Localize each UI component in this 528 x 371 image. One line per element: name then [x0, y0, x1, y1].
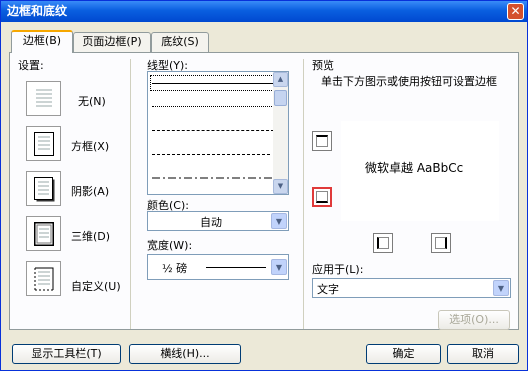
scroll-thumb[interactable]	[274, 90, 287, 106]
apply-to-value: 文字	[317, 283, 339, 296]
preview-sample-text: 微软卓越 AaBbCc	[365, 161, 464, 175]
scroll-up-icon[interactable]: ▲	[273, 72, 288, 87]
title-bar[interactable]: 边框和底纹 ✕	[1, 1, 527, 22]
setting-custom-label: 自定义(U)	[71, 280, 121, 293]
tab-page-border[interactable]: 页面边框(P)	[73, 32, 151, 52]
custom-border-icon	[34, 267, 54, 291]
cancel-button[interactable]: 取消	[447, 344, 519, 364]
chevron-down-icon[interactable]: ▼	[493, 280, 509, 296]
shadow-border-icon	[34, 177, 55, 202]
bottom-border-button[interactable]	[312, 187, 332, 207]
top-border-button[interactable]	[312, 131, 332, 151]
show-toolbar-button[interactable]: 显示工具栏(T)	[12, 344, 121, 364]
settings-heading: 设置:	[18, 59, 44, 72]
chevron-down-icon[interactable]: ▼	[271, 213, 287, 229]
ok-button[interactable]: 确定	[366, 344, 441, 364]
line-style-list[interactable]: ▲ ▼	[147, 71, 289, 195]
window-title: 边框和底纹	[7, 4, 68, 18]
scroll-down-icon[interactable]: ▼	[273, 179, 288, 194]
width-label: 宽度(W):	[147, 239, 193, 252]
line-option-dotted[interactable]	[152, 106, 274, 107]
setting-shadow[interactable]	[26, 171, 61, 206]
line-option-dashed-fine[interactable]	[152, 130, 274, 131]
setting-box[interactable]	[26, 126, 61, 161]
borders-and-shading-dialog: 边框和底纹 ✕ 边框(B) 页面边框(P) 底纹(S) 设置: 无(N) 方框(…	[0, 0, 528, 371]
width-value: ½ 磅	[162, 262, 188, 275]
3d-border-icon	[33, 221, 55, 247]
line-option-solid[interactable]	[152, 83, 274, 84]
setting-none[interactable]	[26, 81, 61, 116]
setting-box-label: 方框(X)	[71, 140, 110, 153]
section-divider	[303, 59, 304, 329]
apply-to-label: 应用于(L):	[312, 263, 364, 276]
no-border-icon	[34, 87, 54, 111]
preview-instructions: 单击下方图示或使用按钮可设置边框	[321, 75, 497, 88]
tab-shading[interactable]: 底纹(S)	[151, 32, 209, 52]
close-button[interactable]: ✕	[507, 3, 524, 20]
line-style-scrollbar[interactable]: ▲ ▼	[273, 72, 288, 194]
setting-shadow-label: 阴影(A)	[71, 185, 110, 198]
top-border-icon	[316, 135, 328, 147]
setting-none-label: 无(N)	[78, 95, 106, 108]
preview-area[interactable]: 微软卓越 AaBbCc	[341, 121, 499, 221]
setting-3d[interactable]	[26, 216, 61, 251]
apply-to-select[interactable]: 文字 ▼	[312, 278, 511, 298]
left-border-button[interactable]	[373, 233, 393, 253]
line-option-dashed[interactable]	[152, 154, 270, 155]
horizontal-line-button[interactable]: 横线(H)...	[129, 344, 241, 364]
section-divider	[130, 59, 131, 329]
color-select[interactable]: 自动 ▼	[147, 211, 289, 231]
box-border-icon	[34, 132, 54, 156]
setting-custom[interactable]	[26, 261, 61, 296]
bottom-border-icon	[316, 191, 328, 203]
color-value: 自动	[200, 216, 222, 229]
right-border-icon	[435, 237, 447, 249]
right-border-button[interactable]	[431, 233, 451, 253]
setting-3d-label: 三维(D)	[71, 230, 111, 243]
left-border-icon	[377, 237, 389, 249]
options-button[interactable]: 选项(O)...	[438, 310, 510, 330]
preview-heading: 预览	[312, 59, 334, 72]
width-sample-line	[206, 267, 266, 268]
tab-borders[interactable]: 边框(B)	[11, 30, 73, 53]
chevron-down-icon[interactable]: ▼	[271, 259, 287, 275]
width-select[interactable]: ½ 磅 ▼	[147, 254, 289, 280]
